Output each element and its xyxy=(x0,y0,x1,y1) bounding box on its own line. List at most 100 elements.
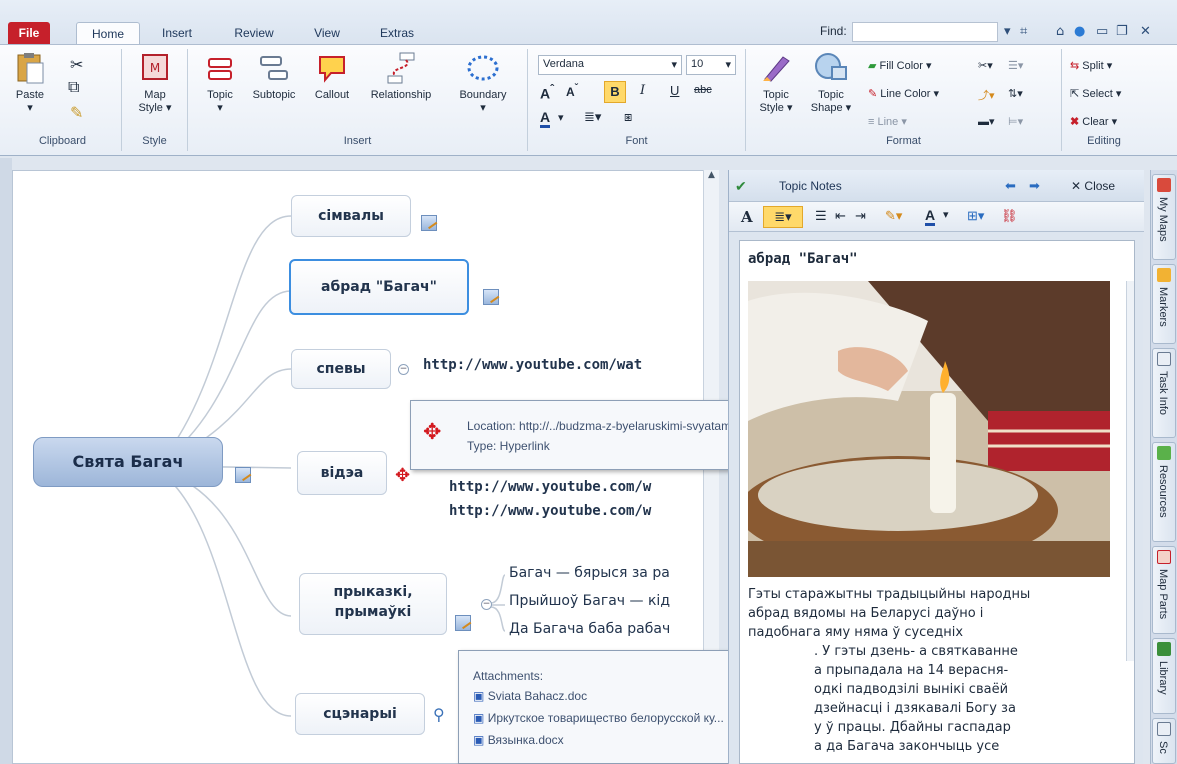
topic-sayings[interactable]: прыказкі, прымаўкі xyxy=(299,573,447,635)
topic-button[interactable]: Topic ▾ xyxy=(200,51,240,115)
notes-bullets-icon[interactable]: ☰ xyxy=(815,208,827,224)
find-dropdown-icon[interactable]: ▾ xyxy=(1004,24,1011,39)
boundary-button[interactable]: Boundary ▾ xyxy=(450,51,516,115)
notes-next-icon[interactable]: ➡ xyxy=(1029,178,1040,194)
rail-tab-markers[interactable]: Markers xyxy=(1152,264,1176,344)
attachment-item[interactable]: ▣ Иркутское товарищество белорусской ку.… xyxy=(473,711,724,725)
font-color-button[interactable]: A xyxy=(540,109,551,128)
tab-review[interactable]: Review xyxy=(224,22,284,44)
video-link-1[interactable]: http://www.youtube.com/w xyxy=(449,479,651,495)
align-button[interactable]: ≣▾ xyxy=(584,109,601,125)
rail-tab-task-info[interactable]: Task Info xyxy=(1152,348,1176,438)
notes-close-button[interactable]: ✕ Close xyxy=(1071,179,1115,193)
attachment-item[interactable]: ▣ Вязынка.docx xyxy=(473,733,564,747)
callout-icon xyxy=(319,56,345,83)
hyperlink-icon[interactable]: ✥ xyxy=(395,465,410,486)
collapse-spevy-icon[interactable]: − xyxy=(398,364,409,375)
notes-table-icon[interactable]: ⊞▾ xyxy=(967,208,984,224)
find-input[interactable] xyxy=(852,22,998,42)
map-style-button[interactable]: M Map Style ▾ xyxy=(132,51,178,115)
list-icon[interactable]: ☰▾ xyxy=(1008,59,1023,72)
topic-sayings-note-icon[interactable] xyxy=(455,615,471,631)
paste-button[interactable]: Paste ▾ xyxy=(10,51,50,115)
notes-font-color-dropdown[interactable]: ▾ xyxy=(943,208,949,221)
copy-icon[interactable]: ⧉ xyxy=(68,79,79,97)
callout-button[interactable]: Callout xyxy=(310,51,354,102)
notes-highlight-icon[interactable]: ✎▾ xyxy=(885,208,902,224)
notes-pin-icon[interactable]: ✔ xyxy=(735,178,747,195)
insert-group-label: Insert xyxy=(343,135,372,147)
spellcheck-icon[interactable]: ⧆ xyxy=(624,109,632,125)
fill-color-button[interactable]: ▰ Fill Color ▾ xyxy=(868,59,932,72)
shrink-font-icon[interactable]: Aˇ xyxy=(566,83,578,99)
bold-button[interactable]: B xyxy=(604,81,626,103)
tab-extras[interactable]: Extras xyxy=(372,22,422,44)
select-button[interactable]: ⇱ Select ▾ xyxy=(1070,87,1121,100)
central-note-icon[interactable] xyxy=(235,467,251,483)
layout-icon[interactable]: ⊨▾ xyxy=(1008,115,1023,128)
grow-font-icon[interactable]: Aˆ xyxy=(540,83,554,102)
topic-video[interactable]: відэа xyxy=(297,451,387,495)
rail-tab-my-maps[interactable]: My Maps xyxy=(1152,174,1176,260)
attachment-clip-icon[interactable]: ⚲ xyxy=(433,705,445,724)
underline-button[interactable]: U xyxy=(670,83,679,98)
clear-button[interactable]: ✖ Clear ▾ xyxy=(1070,115,1117,128)
close-window-icon[interactable]: ✕ xyxy=(1140,24,1151,39)
cut-icon[interactable]: ✂ xyxy=(70,55,83,75)
saying-1[interactable]: Багач — бярыся за ра xyxy=(509,565,670,581)
notes-outdent-icon[interactable]: ⇤ xyxy=(835,208,846,224)
word-doc-icon: ▣ xyxy=(473,733,485,747)
font-color-dropdown-icon[interactable]: ▾ xyxy=(558,111,564,124)
video-link-2[interactable]: http://www.youtube.com/w xyxy=(449,503,651,519)
restore-icon[interactable]: ❐ xyxy=(1116,24,1128,39)
rail-tab-resources[interactable]: Resources xyxy=(1152,442,1176,542)
notes-scrollbar[interactable] xyxy=(1126,281,1134,661)
spevy-link[interactable]: http://www.youtube.com/wat xyxy=(423,357,642,373)
binoculars-icon[interactable]: ⌗ xyxy=(1020,24,1027,39)
notes-indent-icon[interactable]: ⇥ xyxy=(855,208,866,224)
font-size-select[interactable]: 10 ▾ xyxy=(686,55,736,75)
topic-style-button[interactable]: Topic Style ▾ xyxy=(754,51,798,115)
line-button[interactable]: ≡ Line ▾ xyxy=(868,115,907,128)
rail-tab-library[interactable]: Library xyxy=(1152,638,1176,714)
subtopic-button[interactable]: Subtopic xyxy=(246,51,302,102)
notes-align-button[interactable]: ≣▾ xyxy=(763,206,803,228)
tab-home[interactable]: Home xyxy=(76,22,140,44)
split-button[interactable]: ⇆ Split ▾ xyxy=(1070,59,1112,72)
notes-font-icon[interactable]: A xyxy=(741,208,753,226)
rail-tab-map-parts[interactable]: Map Parts xyxy=(1152,546,1176,634)
tab-insert[interactable]: Insert xyxy=(150,22,204,44)
italic-button[interactable]: I xyxy=(640,83,645,98)
strikethrough-button[interactable]: abc xyxy=(694,84,712,96)
topic-simvaly[interactable]: сімвалы xyxy=(291,195,411,237)
home-icon[interactable]: ⌂ xyxy=(1056,24,1064,39)
topic-simvaly-note-icon[interactable] xyxy=(421,215,437,231)
collapse-sayings-icon[interactable]: − xyxy=(481,599,492,610)
rail-tab-search[interactable]: Sc xyxy=(1152,718,1176,764)
numbering-icon[interactable]: ✂▾ xyxy=(978,59,993,72)
central-topic[interactable]: Свята Багач xyxy=(33,437,223,487)
format-painter-icon[interactable]: ✎ xyxy=(70,103,83,123)
tab-view[interactable]: View xyxy=(304,22,350,44)
line-color-button[interactable]: ✎ Line Color ▾ xyxy=(868,87,939,100)
topic-abrad-bahach[interactable]: абрад "Багач" xyxy=(289,259,469,315)
tab-file[interactable]: File xyxy=(8,22,50,44)
notes-editor[interactable]: абрад "Багач" Гэты старажытны традыцыйны… xyxy=(739,240,1135,764)
topic-abrad-note-icon[interactable] xyxy=(483,289,499,305)
font-family-select[interactable]: Verdana ▾ xyxy=(538,55,682,75)
help-icon[interactable]: ● xyxy=(1074,24,1085,39)
saying-2[interactable]: Прыйшоў Багач — кід xyxy=(509,593,670,609)
topic-scenarios[interactable]: сцэнарыі xyxy=(295,693,425,735)
shape-fill-icon[interactable]: ▬▾ xyxy=(978,115,995,128)
minimize-icon[interactable]: ▭ xyxy=(1096,24,1108,39)
topic-shape-button[interactable]: Topic Shape ▾ xyxy=(806,51,856,115)
notes-link-icon[interactable]: ⛓ xyxy=(1001,208,1018,224)
relationship-button[interactable]: Relationship xyxy=(360,51,442,102)
connector-icon[interactable]: ⤴▾ xyxy=(978,87,995,103)
sort-icon[interactable]: ⇅▾ xyxy=(1008,87,1023,100)
notes-prev-icon[interactable]: ⬅ xyxy=(1005,178,1016,194)
saying-3[interactable]: Да Багача баба рабач xyxy=(509,621,670,637)
topic-spevy[interactable]: спевы xyxy=(291,349,391,389)
attachment-item[interactable]: ▣ Sviata Bahacz.doc xyxy=(473,689,587,703)
notes-font-color-icon[interactable]: A xyxy=(925,207,936,226)
